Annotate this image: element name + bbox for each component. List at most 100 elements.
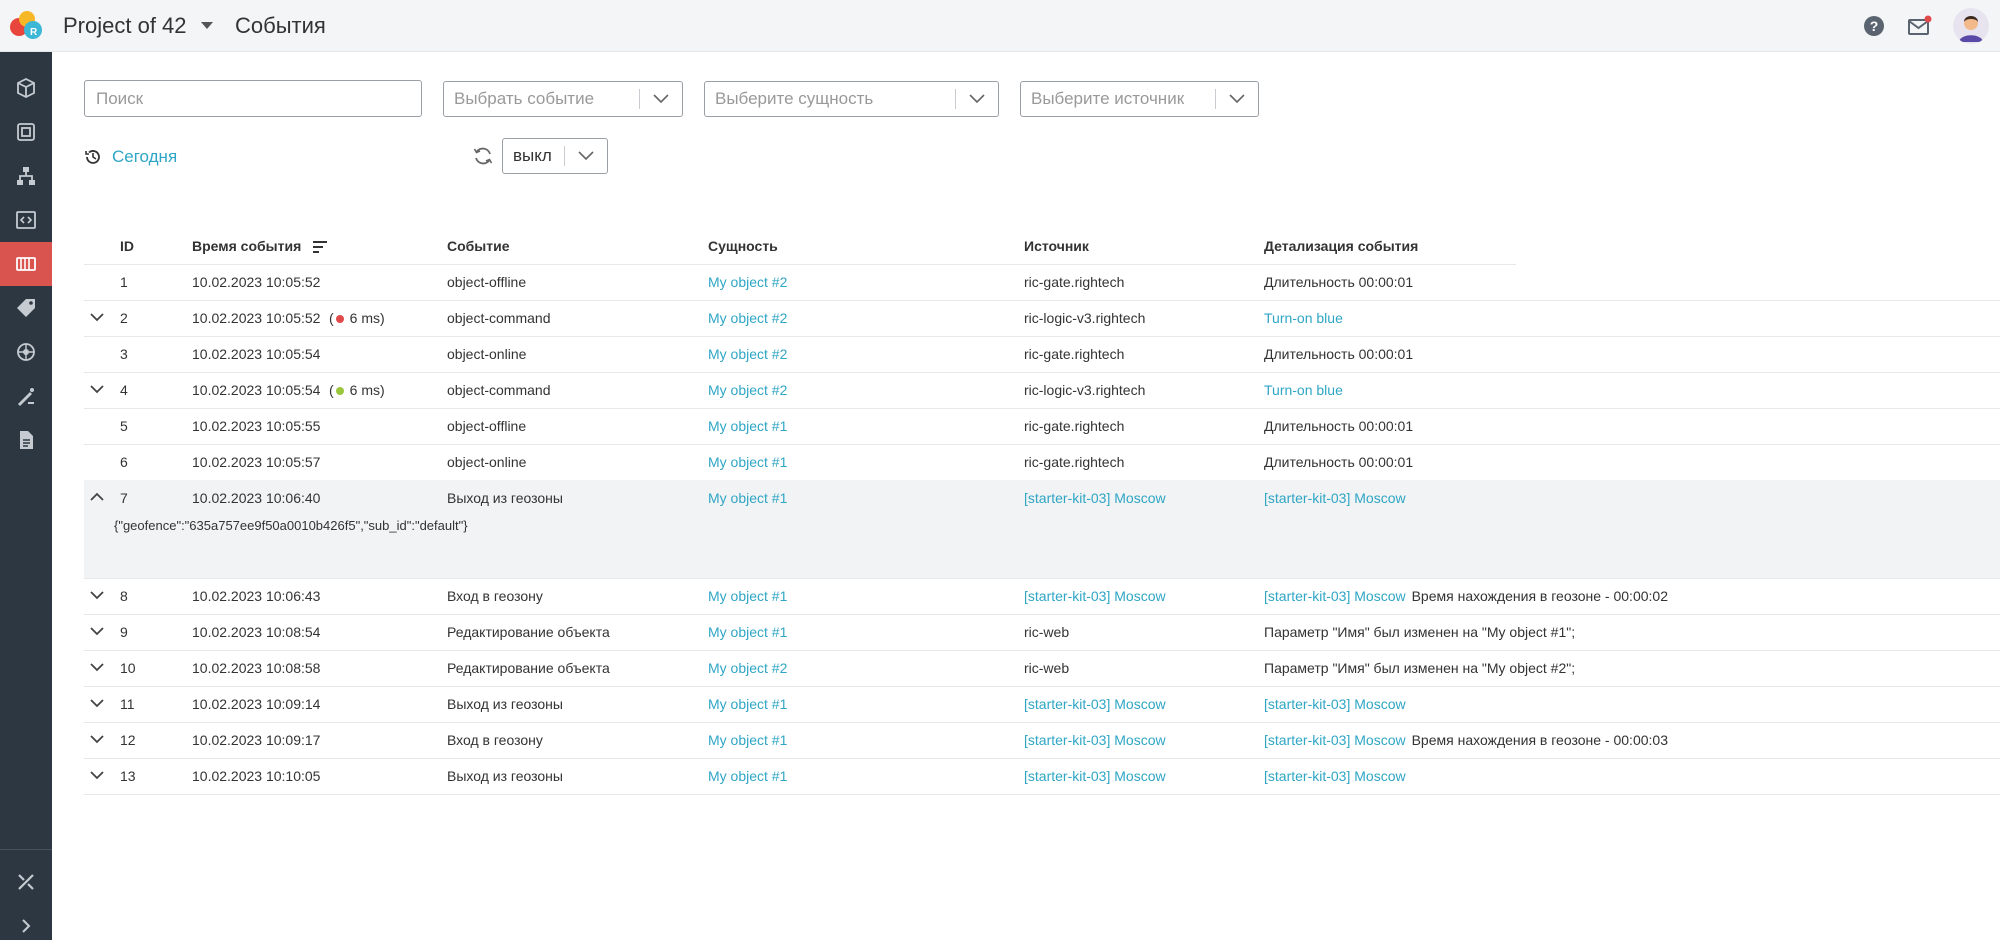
sidebar-item-code[interactable] [0, 198, 52, 242]
chevron-down-icon[interactable] [89, 383, 105, 395]
cell-source-link[interactable]: [starter-kit-03] Moscow [1024, 588, 1166, 604]
detail-link[interactable]: [starter-kit-03] Moscow [1264, 588, 1406, 604]
column-header-source[interactable]: Источник [1024, 238, 1089, 254]
cell-detail: [starter-kit-03] Moscow Время нахождения … [1264, 732, 1668, 748]
project-dropdown-caret-icon[interactable] [201, 22, 213, 29]
cell-entity-link[interactable]: My object #1 [708, 696, 787, 712]
table-row[interactable]: 7 10.02.2023 10:06:40 Выход из геозоны My o… [84, 480, 2000, 579]
column-header-time-label: Время события [192, 238, 302, 254]
sidebar-item-models[interactable] [0, 110, 52, 154]
search-input[interactable] [84, 80, 422, 117]
table-row[interactable]: 5 10.02.2023 10:05:55 object-offline My obj… [84, 408, 2000, 445]
chevron-down-icon[interactable] [89, 311, 105, 323]
chevron-down-icon [1229, 94, 1245, 104]
cell-detail: [starter-kit-03] Moscow Время нахождения … [1264, 588, 1668, 604]
entity-select[interactable]: Выберите сущность [704, 81, 999, 117]
cell-entity-link[interactable]: My object #2 [708, 274, 787, 290]
cell-entity-link[interactable]: My object #1 [708, 490, 787, 506]
cell-source: ric-logic-v3.rightech [1024, 382, 1146, 398]
cell-time: 10.02.2023 10:06:43 [192, 588, 321, 604]
user-avatar[interactable] [1953, 8, 1989, 44]
chevron-down-icon[interactable] [89, 733, 105, 745]
cell-entity-link[interactable]: My object #1 [708, 588, 787, 604]
cell-entity-link[interactable]: My object #1 [708, 732, 787, 748]
period-label: Сегодня [112, 147, 178, 166]
cell-entity-link[interactable]: My object #1 [708, 454, 787, 470]
sidebar-item-design[interactable] [0, 374, 52, 418]
pen-ruler-icon [18, 388, 34, 406]
period-today-link[interactable]: Сегодня [84, 147, 177, 167]
table-row[interactable]: 10 10.02.2023 10:08:58 Редактирование объе… [84, 650, 2000, 687]
detail-link[interactable]: Turn-on blue [1264, 310, 1343, 326]
cell-time: 10.02.2023 10:09:17 [192, 732, 321, 748]
cell-source-link[interactable]: [starter-kit-03] Moscow [1024, 768, 1166, 784]
cell-entity-link[interactable]: My object #2 [708, 660, 787, 676]
cell-time: 10.02.2023 10:09:14 [192, 696, 321, 712]
sidebar-item-objects[interactable] [0, 66, 52, 110]
table-row[interactable]: 6 10.02.2023 10:05:57 object-online My obje… [84, 444, 2000, 481]
column-header-time[interactable]: Время события [192, 238, 328, 254]
cell-source-link[interactable]: [starter-kit-03] Moscow [1024, 696, 1166, 712]
chevron-up-icon[interactable] [89, 491, 105, 503]
refresh-icon[interactable] [472, 145, 494, 167]
chevron-down-icon[interactable] [89, 625, 105, 637]
column-header-detail[interactable]: Детализация события [1264, 238, 1418, 254]
detail-link[interactable]: [starter-kit-03] Moscow [1264, 768, 1406, 784]
detail-extra-text: Время нахождения в геозоне - 00:00:02 [1411, 588, 1668, 604]
sort-icon[interactable] [313, 241, 328, 254]
sidebar-item-events[interactable] [0, 242, 52, 286]
cell-entity-link[interactable]: My object #2 [708, 346, 787, 362]
source-select[interactable]: Выберите источник [1020, 81, 1259, 117]
cell-entity-link[interactable]: My object #1 [708, 768, 787, 784]
cell-source-link[interactable]: [starter-kit-03] Moscow [1024, 732, 1166, 748]
cell-entity-link[interactable]: My object #2 [708, 310, 787, 326]
detail-link[interactable]: [starter-kit-03] Moscow [1264, 490, 1406, 506]
column-header-event[interactable]: Событие [447, 238, 510, 254]
table-row[interactable]: 12 10.02.2023 10:09:17 Вход в геозону My ob… [84, 722, 2000, 759]
table-row[interactable]: 11 10.02.2023 10:09:14 Выход из геозоны My … [84, 686, 2000, 723]
detail-link[interactable]: [starter-kit-03] Moscow [1264, 696, 1406, 712]
sidebar-item-geo[interactable] [0, 330, 52, 374]
mail-icon[interactable] [1908, 15, 1932, 37]
detail-link[interactable]: [starter-kit-03] Moscow [1264, 732, 1406, 748]
table-row[interactable]: 1 10.02.2023 10:05:52 object-offline My obj… [84, 264, 2000, 301]
auto-refresh-select[interactable]: выкл [502, 138, 608, 174]
cell-entity-link[interactable]: My object #2 [708, 382, 787, 398]
chevron-down-icon[interactable] [89, 661, 105, 673]
table-row[interactable]: 3 10.02.2023 10:05:54 object-online My obje… [84, 336, 2000, 373]
table-row[interactable]: 9 10.02.2023 10:08:54 Редактирование объек… [84, 614, 2000, 651]
project-title[interactable]: Project of 42 [63, 13, 187, 39]
hierarchy-icon [17, 167, 35, 185]
event-select[interactable]: Выбрать событие [443, 81, 683, 117]
cell-time: 10.02.2023 10:05:55 [192, 418, 321, 434]
column-header-entity[interactable]: Сущность [708, 238, 778, 254]
sidebar-expand[interactable] [0, 904, 52, 948]
column-header-id[interactable]: ID [120, 238, 134, 254]
table-row[interactable]: 13 10.02.2023 10:10:05 Выход из геозоны My … [84, 758, 2000, 795]
cell-id: 4 [120, 382, 128, 398]
sidebar-item-docs[interactable] [0, 418, 52, 462]
app-logo-icon[interactable]: R [6, 8, 46, 44]
detail-link[interactable]: Turn-on blue [1264, 382, 1343, 398]
chevron-down-icon[interactable] [89, 697, 105, 709]
chevron-down-icon [969, 94, 985, 104]
help-icon[interactable]: ? [1863, 15, 1885, 37]
sidebar-item-tags[interactable] [0, 286, 52, 330]
command-duration: (6 ms) [329, 310, 385, 326]
chevron-down-icon[interactable] [89, 589, 105, 601]
entity-select-placeholder: Выберите сущность [715, 89, 874, 108]
table-row[interactable]: 2 10.02.2023 10:05:52 (6 ms) object-command… [84, 300, 2000, 337]
cell-entity-link[interactable]: My object #1 [708, 624, 787, 640]
table-row[interactable]: 4 10.02.2023 10:05:54 (6 ms) object-command… [84, 372, 2000, 409]
sidebar-item-tools[interactable] [0, 860, 52, 904]
table-row[interactable]: 8 10.02.2023 10:06:43 Вход в геозону My obj… [84, 578, 2000, 615]
cell-entity-link[interactable]: My object #1 [708, 418, 787, 434]
cell-time: 10.02.2023 10:05:54 [192, 346, 321, 362]
sidebar-item-hierarchy[interactable] [0, 154, 52, 198]
chevron-down-icon[interactable] [89, 769, 105, 781]
cell-time: 10.02.2023 10:05:57 [192, 454, 321, 470]
status-dot-green [335, 387, 344, 396]
cell-source-link[interactable]: [starter-kit-03] Moscow [1024, 490, 1166, 506]
cell-source: ric-logic-v3.rightech [1024, 310, 1146, 326]
auto-refresh-value: выкл [513, 146, 552, 165]
